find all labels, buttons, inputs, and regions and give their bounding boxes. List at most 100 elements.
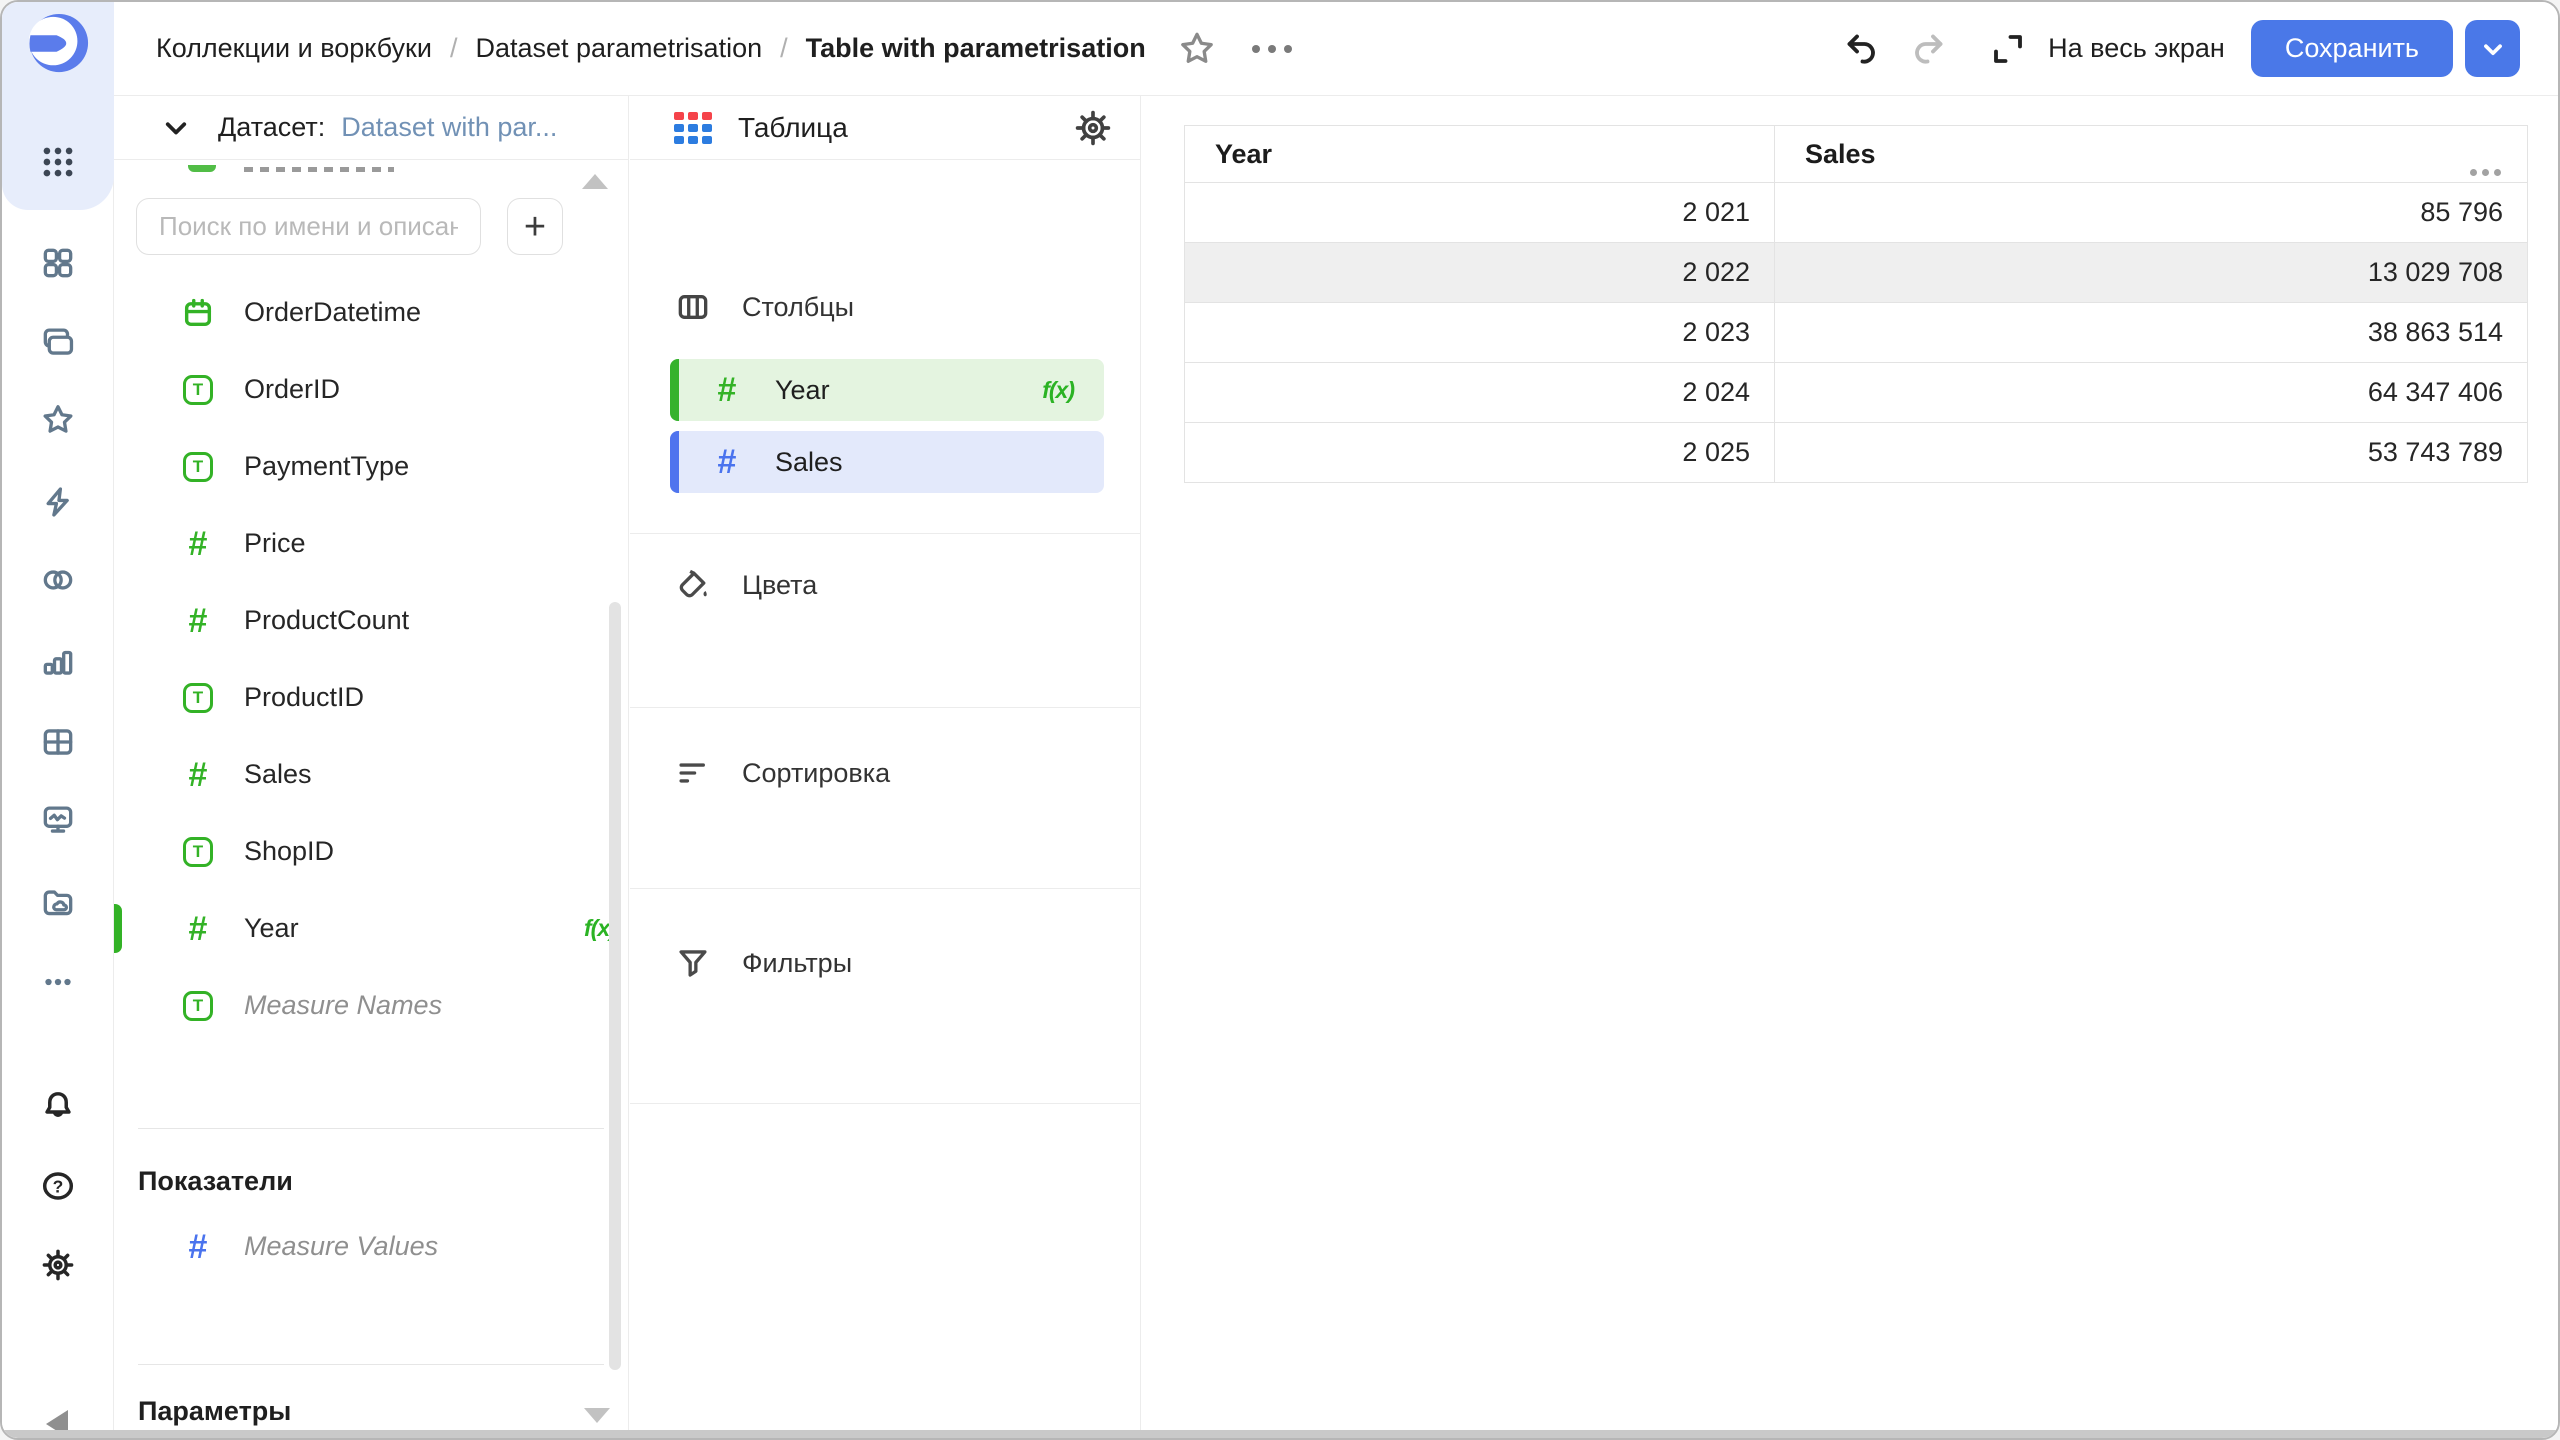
table-cell: 85 796 [1775, 183, 2528, 243]
help-icon: ? [39, 1167, 77, 1205]
number-field-icon: # [189, 912, 208, 946]
sidebar-item-more[interactable] [36, 960, 80, 1004]
sidebar-item-dashboards[interactable] [36, 241, 80, 285]
field-row-year[interactable]: # Yearf(x) [114, 890, 604, 967]
apps-grid-icon [39, 143, 77, 181]
breadcrumb-separator: / [450, 33, 458, 64]
breadcrumb-item: Table with parametrisation [806, 33, 1146, 64]
dataset-name-link[interactable]: Dataset with par... [341, 112, 557, 143]
divider [630, 888, 1140, 889]
sidebar-item-storage[interactable] [36, 880, 80, 924]
quick-actions-icon [39, 483, 77, 521]
chip-label: Sales [775, 447, 1104, 478]
sidebar-item-favorites[interactable] [36, 398, 80, 442]
sorting-section[interactable]: Сортировка [674, 754, 890, 792]
field-row-orderdatetime[interactable]: OrderDatetime [114, 274, 604, 351]
field-row-paymenttype[interactable]: T PaymentType [114, 428, 604, 505]
table-header-sales[interactable]: Sales [1775, 126, 2528, 183]
scroll-up-icon[interactable] [582, 174, 608, 189]
add-field-button[interactable]: + [507, 198, 563, 255]
field-label: OrderID [244, 374, 340, 405]
settings-gear-icon[interactable] [1072, 107, 1114, 149]
text-field-icon: T [183, 683, 213, 713]
fullscreen-label[interactable]: На весь экран [2048, 33, 2225, 64]
field-row-price[interactable]: # Price [114, 505, 604, 582]
column-chip-sales[interactable]: # Sales [670, 431, 1104, 493]
field-row-sales[interactable]: # Sales [114, 736, 604, 813]
more-ellipsis-icon[interactable] [1252, 45, 1292, 53]
tables-icon [39, 723, 77, 761]
dataset-header: Датасет: Dataset with par... [114, 96, 628, 160]
divider [630, 1103, 1140, 1104]
table-cell: 2 021 [1185, 183, 1775, 243]
scroll-down-icon[interactable] [584, 1408, 610, 1423]
field-row-shopid[interactable]: T ShopID [114, 813, 604, 890]
field-label: Year [244, 913, 299, 944]
sidebar-item-tables[interactable] [36, 720, 80, 764]
sidebar-item-settings[interactable] [36, 1243, 80, 1287]
field-label: ProductID [244, 682, 364, 713]
sidebar-item-quick-actions[interactable] [36, 480, 80, 524]
table-row[interactable]: 2 02338 863 514 [1185, 303, 2528, 363]
bottom-scrollbar[interactable] [2, 1430, 2558, 1438]
colors-section[interactable]: Цвета [674, 566, 817, 604]
breadcrumb-item[interactable]: Dataset parametrisation [475, 33, 762, 64]
sidebar-item-monitoring[interactable] [36, 798, 80, 842]
field-row-orderid[interactable]: T OrderID [114, 351, 604, 428]
favorite-star-icon[interactable] [1176, 28, 1218, 70]
field-label: Measure Values [244, 1231, 438, 1262]
more-icon [39, 963, 77, 1001]
text-field-icon: T [183, 991, 213, 1021]
field-row-productcount[interactable]: # ProductCount [114, 582, 604, 659]
measures-section-title: Показатели [138, 1166, 293, 1197]
number-field-icon: # [189, 527, 208, 561]
table-cell: 2 023 [1185, 303, 1775, 363]
field-label: ProductCount [244, 605, 409, 636]
dataset-label: Датасет: [218, 112, 325, 143]
sidebar-item-notifications[interactable] [36, 1084, 80, 1128]
divider [138, 1128, 604, 1129]
clipped-field-icon [188, 165, 216, 172]
save-dropdown-button[interactable] [2465, 20, 2520, 77]
undo-icon[interactable] [1842, 29, 1882, 69]
table-header-year[interactable]: Year [1185, 126, 1775, 183]
breadcrumb-item[interactable]: Коллекции и воркбуки [156, 33, 432, 64]
table-row[interactable]: 2 02213 029 708 [1185, 243, 2528, 303]
table-row[interactable]: 2 02553 743 789 [1185, 423, 2528, 483]
field-row-productid[interactable]: T ProductID [114, 659, 604, 736]
field-row-measure-values[interactable]: # Measure Values [114, 1208, 604, 1285]
table-menu-ellipsis-icon[interactable] [2470, 169, 2501, 176]
divider [630, 533, 1140, 534]
workbooks-icon [39, 323, 77, 361]
calendar-icon [181, 296, 215, 330]
fullscreen-icon[interactable] [1988, 29, 2028, 69]
sort-icon [674, 754, 712, 792]
sidebar-item-apps-grid[interactable] [36, 140, 80, 184]
sorting-section-label: Сортировка [742, 758, 890, 789]
redo-icon[interactable] [1908, 29, 1948, 69]
datalens-logo-icon[interactable] [28, 12, 90, 74]
chevron-down-icon [2476, 32, 2510, 66]
table-row[interactable]: 2 02185 796 [1185, 183, 2528, 243]
save-button[interactable]: Сохранить [2251, 20, 2453, 77]
chevron-down-icon[interactable] [158, 110, 194, 146]
svg-text:?: ? [52, 1176, 63, 1196]
sidebar-item-workbooks[interactable] [36, 320, 80, 364]
filters-section[interactable]: Фильтры [674, 944, 852, 982]
clipped-field-row [188, 161, 488, 174]
field-row-measure-names[interactable]: T Measure Names [114, 967, 604, 1044]
fields-scrollbar[interactable] [609, 602, 621, 1370]
monitoring-icon [39, 801, 77, 839]
table-visualization-icon[interactable] [674, 112, 712, 144]
column-chip-year[interactable]: # Yearf(x) [670, 359, 1104, 421]
number-field-icon: # [189, 1230, 208, 1264]
field-label: Price [244, 528, 306, 559]
visualization-title[interactable]: Таблица [738, 112, 1072, 144]
field-search-input[interactable] [136, 198, 481, 255]
result-table: YearSales 2 02185 7962 02213 029 7082 02… [1184, 125, 2528, 483]
sidebar-item-connections[interactable] [36, 558, 80, 602]
sidebar-item-charts[interactable] [36, 640, 80, 684]
table-cell: 13 029 708 [1775, 243, 2528, 303]
table-row[interactable]: 2 02464 347 406 [1185, 363, 2528, 423]
sidebar-item-help[interactable]: ? [36, 1164, 80, 1208]
